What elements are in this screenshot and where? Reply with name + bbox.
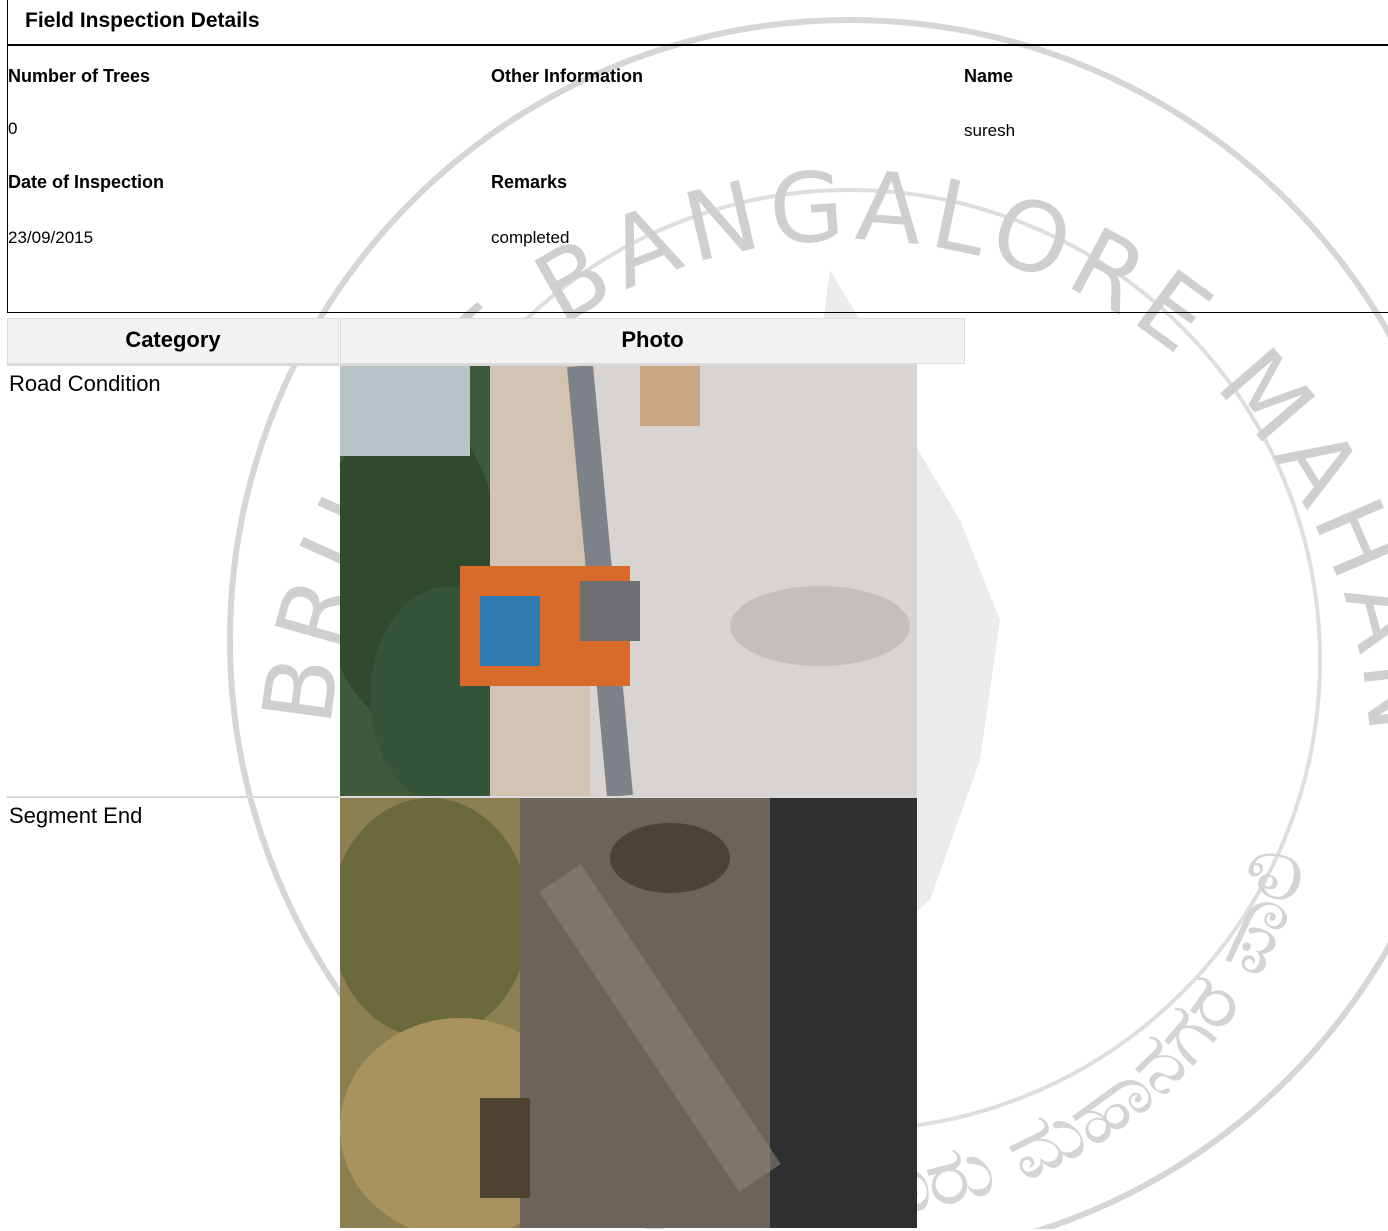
remarks-value: completed [491, 228, 570, 247]
panel-title: Field Inspection Details [8, 0, 1388, 46]
remarks-label: Remarks [491, 172, 568, 192]
segment-end-photo[interactable] [340, 798, 917, 1228]
road-condition-photo[interactable] [340, 366, 917, 796]
column-header-category: Category [7, 318, 339, 364]
row-category: Segment End [9, 803, 143, 828]
table-row: Road Condition [7, 364, 917, 798]
date-of-inspection-label: Date of Inspection [8, 172, 165, 192]
table-row: Segment End [7, 796, 917, 1231]
field-inspection-panel: Field Inspection Details Number of Trees… [7, 0, 1388, 313]
number-of-trees-value: 0 [8, 119, 18, 138]
date-of-inspection-value: 23/09/2015 [8, 228, 94, 247]
row-category: Road Condition [9, 371, 161, 396]
name-label: Name [964, 66, 1014, 86]
number-of-trees-label: Number of Trees [8, 66, 151, 86]
other-information-label: Other Information [491, 66, 643, 86]
column-header-photo: Photo [340, 318, 965, 364]
name-value: suresh [964, 121, 1016, 140]
